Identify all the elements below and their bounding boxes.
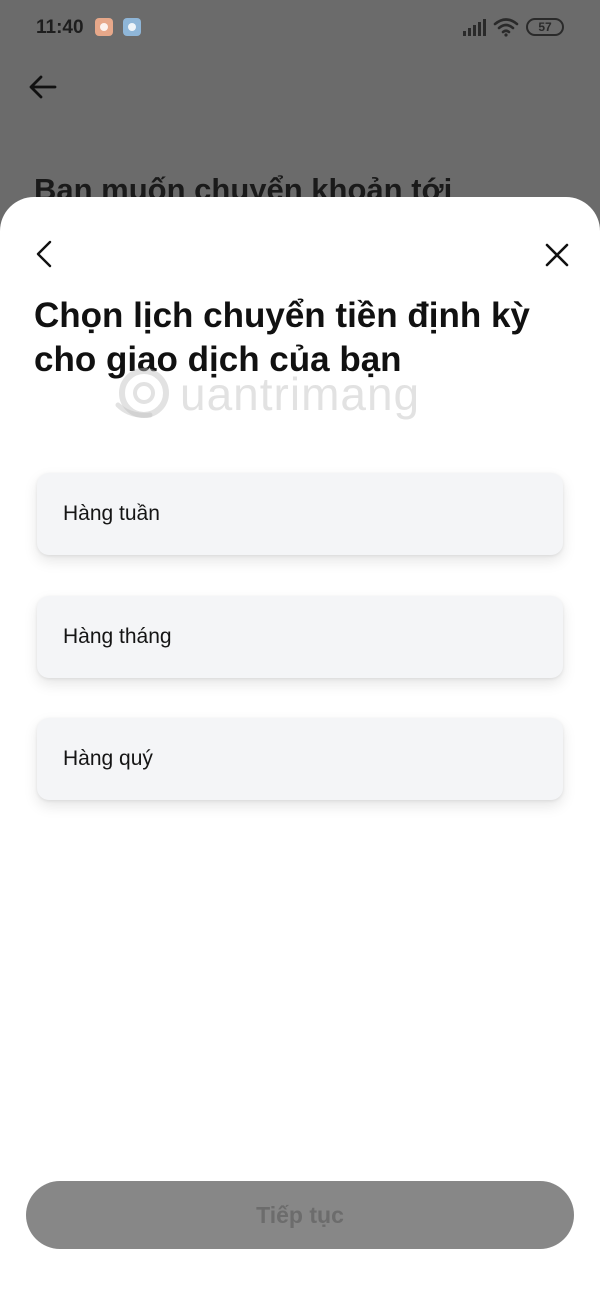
option-quarterly[interactable]: Hàng quý: [37, 718, 563, 800]
notification-app-icon: [123, 18, 141, 36]
watermark-logo-icon: [115, 368, 169, 418]
battery-icon: 57: [526, 18, 564, 36]
status-time: 11:40: [36, 17, 84, 38]
signal-icon: [463, 19, 486, 36]
wifi-icon: [493, 18, 519, 37]
continue-button[interactable]: Tiếp tục: [26, 1181, 574, 1249]
schedule-bottom-sheet: Chọn lịch chuyển tiền định kỳ cho giao d…: [0, 197, 600, 1300]
chevron-left-icon[interactable]: [30, 239, 60, 269]
watermark-text: uantrimang: [180, 368, 421, 420]
watermark: uantrimang: [110, 357, 470, 429]
status-bar: 11:40 57: [0, 0, 600, 56]
notification-app-icon: [95, 18, 113, 36]
option-weekly[interactable]: Hàng tuần: [37, 473, 563, 555]
close-icon[interactable]: [543, 241, 571, 269]
back-arrow-icon[interactable]: [28, 72, 58, 102]
option-monthly[interactable]: Hàng tháng: [37, 596, 563, 678]
